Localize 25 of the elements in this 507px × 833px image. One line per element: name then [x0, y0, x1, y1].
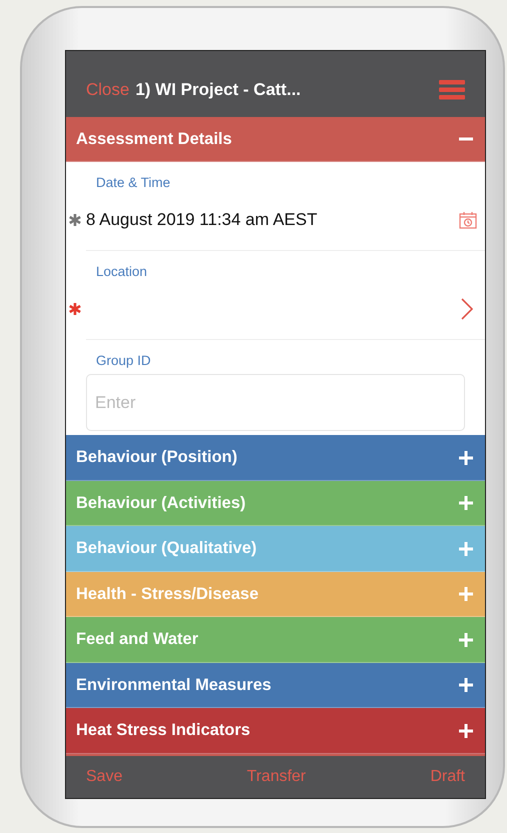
form-title: 1) WI Project - Catt... [135, 80, 302, 100]
plus-icon[interactable] [459, 450, 473, 465]
plus-icon[interactable] [459, 678, 473, 692]
section-header[interactable]: Feed and Water [66, 617, 485, 663]
close-button[interactable]: Close [86, 80, 130, 100]
section-header[interactable]: Behaviour (Activities) [66, 480, 485, 526]
section-header[interactable]: Health - Stress/Disease [66, 572, 485, 618]
toolbar-button[interactable]: Transfer [246, 768, 306, 786]
date-value[interactable]: 8 August 2019 11:34 am AEST [86, 210, 459, 230]
plus-icon[interactable] [459, 496, 473, 510]
section-header[interactable]: Assessment Details [66, 116, 485, 162]
field-label: Date & Time [95, 174, 172, 190]
chevron-right-icon[interactable] [461, 298, 473, 320]
calendar-icon[interactable] [459, 211, 477, 230]
section-header[interactable]: Behaviour (Position) [66, 435, 485, 481]
plus-icon[interactable] [459, 632, 473, 647]
plus-icon[interactable] [459, 724, 473, 738]
field-label: Location [95, 263, 148, 280]
section-header[interactable]: Behaviour (Qualitative) [66, 526, 485, 572]
toolbar-button[interactable]: Draft [430, 768, 465, 786]
section-header[interactable]: Environmental Measures [66, 662, 485, 708]
toolbar-button[interactable]: Save [86, 768, 122, 786]
input-field[interactable]: Enter [86, 374, 465, 432]
section-header[interactable]: Heat Stress Indicators [66, 708, 485, 754]
field-label: Group ID [95, 352, 152, 368]
